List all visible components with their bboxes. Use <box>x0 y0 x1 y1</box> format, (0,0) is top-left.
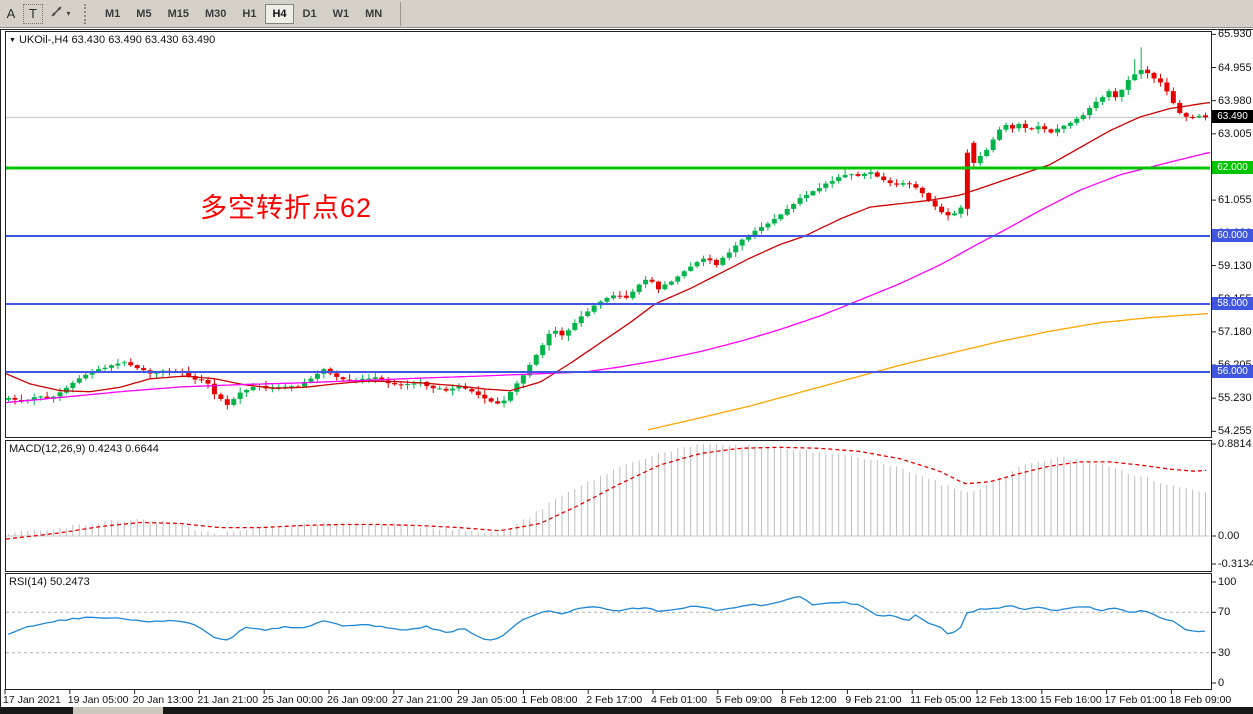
time-axis-label: 19 Jan 05:00 <box>68 694 129 706</box>
rsi-indicator-label: RSI(14) 50.2473 <box>9 576 90 588</box>
macd-histogram <box>9 444 1206 536</box>
candlestick-series <box>6 47 1208 409</box>
price-axis-label: 61.055 <box>1218 194 1252 206</box>
bottom-border-gap <box>73 707 163 714</box>
price-axis-label: 57.180 <box>1218 326 1252 338</box>
time-axis-label: 25 Jan 00:00 <box>262 694 323 706</box>
mt4-window: A T ▾ M1M5M15M30H1H4D1W1MN ▼UKOil-,H4 63… <box>0 0 1253 714</box>
ma-fast-red <box>6 103 1210 392</box>
price-badge-56.000: 56.000 <box>1212 365 1253 378</box>
price-badge-62.000: 62.000 <box>1212 161 1253 174</box>
time-axis-label: 4 Feb 01:00 <box>651 694 707 706</box>
rsi-line <box>8 597 1205 641</box>
time-axis-label: 17 Jan 2021 <box>3 694 61 706</box>
time-axis-label: 20 Jan 13:00 <box>133 694 194 706</box>
chart-plot-area[interactable] <box>0 0 1253 714</box>
time-axis-label: 15 Feb 16:00 <box>1040 694 1102 706</box>
price-axis-label: 59.130 <box>1218 260 1252 272</box>
macd-axis-label: 0.8814 <box>1218 438 1252 450</box>
macd-axis-label: -0.3134 <box>1218 558 1253 570</box>
rsi-axis-label: 70 <box>1218 606 1230 618</box>
time-axis-label: 5 Feb 09:00 <box>716 694 772 706</box>
price-axis-label: 54.255 <box>1218 425 1252 437</box>
macd-indicator-label: MACD(12,26,9) 0.4243 0.6644 <box>9 443 159 455</box>
time-axis-label: 12 Feb 13:00 <box>975 694 1037 706</box>
price-axis-label: 63.005 <box>1218 128 1252 140</box>
bottom-border-segment <box>0 707 73 714</box>
chart-annotation-text: 多空转折点62 <box>200 186 372 225</box>
time-axis-label: 1 Feb 08:00 <box>521 694 577 706</box>
time-axis-label: 2 Feb 17:00 <box>586 694 642 706</box>
price-axis-label: 65.930 <box>1218 28 1252 40</box>
ma-mid-magenta <box>6 153 1210 403</box>
rsi-axis-label: 0 <box>1218 677 1224 689</box>
price-badge-58.000: 58.000 <box>1212 297 1253 310</box>
time-axis-label: 27 Jan 21:00 <box>392 694 453 706</box>
time-axis-label: 8 Feb 12:00 <box>781 694 837 706</box>
price-axis-label: 64.955 <box>1218 62 1252 74</box>
bottom-border-segment <box>163 707 1253 714</box>
price-badge-63.490: 63.490 <box>1212 110 1253 123</box>
macd-signal-line <box>6 447 1206 539</box>
triangle-down-icon: ▼ <box>9 37 16 44</box>
rsi-axis-label: 100 <box>1218 576 1236 588</box>
time-axis-label: 11 Feb 05:00 <box>910 694 971 706</box>
time-axis-label: 17 Feb 01:00 <box>1105 694 1167 706</box>
rsi-axis-label: 30 <box>1218 647 1230 659</box>
time-axis-label: 18 Feb 09:00 <box>1169 694 1231 706</box>
macd-axis-label: 0.00 <box>1218 530 1239 542</box>
price-axis-label: 55.230 <box>1218 392 1252 404</box>
price-badge-60.000: 60.000 <box>1212 229 1253 242</box>
time-axis-label: 21 Jan 21:00 <box>197 694 258 706</box>
time-axis-label: 9 Feb 21:00 <box>845 694 901 706</box>
time-axis-label: 26 Jan 09:00 <box>327 694 388 706</box>
price-axis-label: 63.980 <box>1218 95 1252 107</box>
chart-title: ▼UKOil-,H4 63.430 63.490 63.430 63.490 <box>9 34 215 46</box>
time-axis-label: 29 Jan 05:00 <box>457 694 518 706</box>
